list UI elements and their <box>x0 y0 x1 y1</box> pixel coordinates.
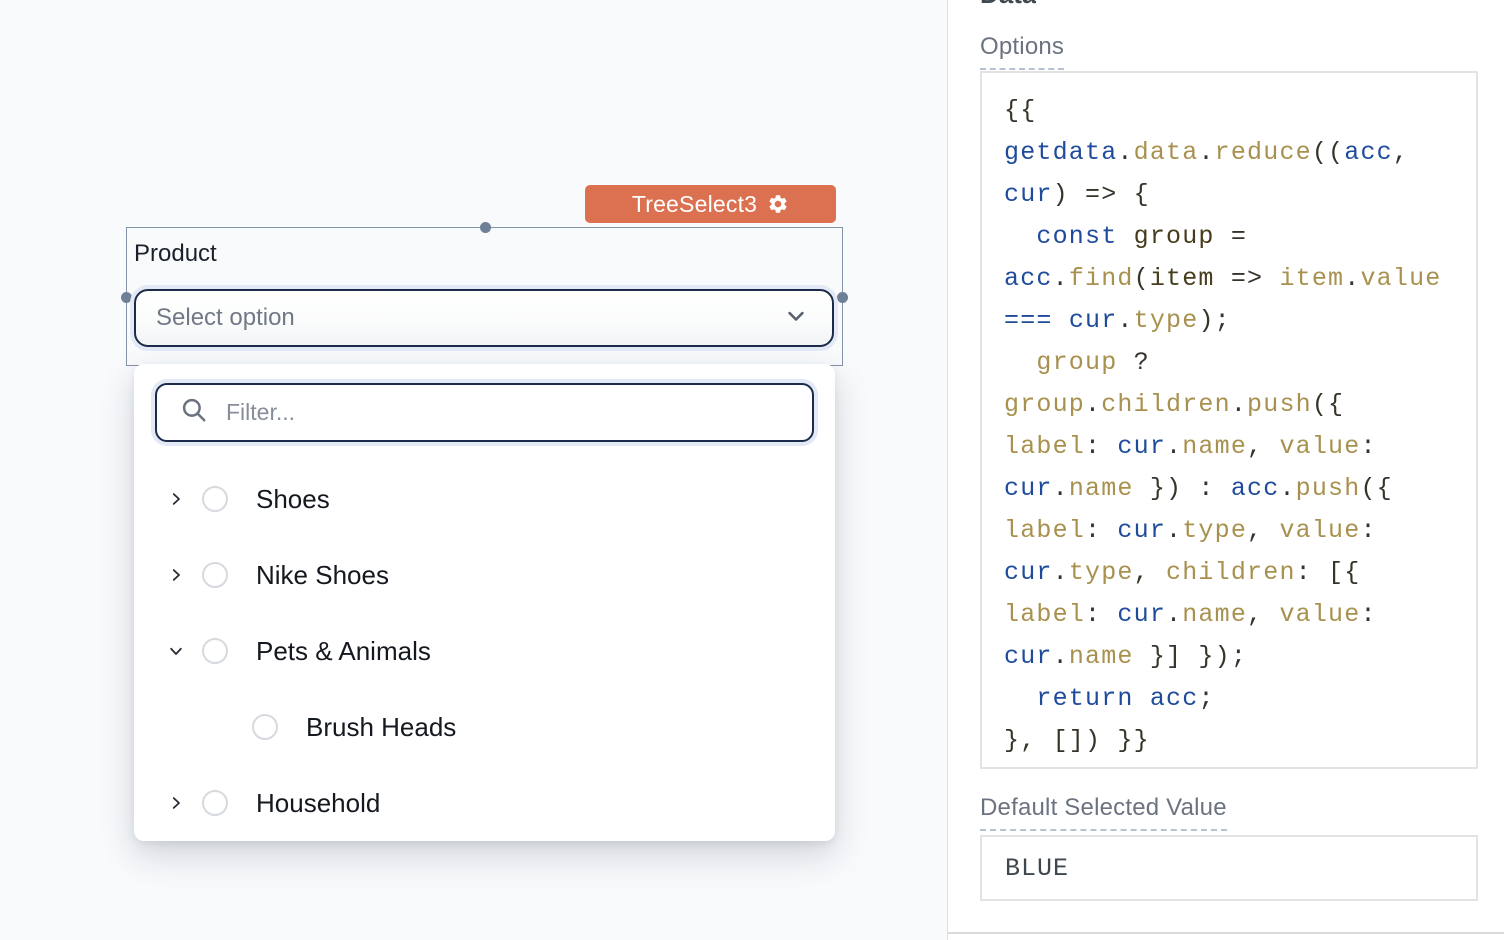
chevron-right-icon[interactable] <box>167 792 185 814</box>
tree-item-label: Brush Heads <box>306 712 456 743</box>
radio-button[interactable] <box>202 562 228 588</box>
tree-item-list: Shoes Nike Shoes Pets & Animals Brush Heads… <box>134 461 835 841</box>
filter-input[interactable] <box>224 398 794 427</box>
tree-select-dropdown: Shoes Nike Shoes Pets & Animals Brush Heads… <box>134 364 835 841</box>
default-selected-value-field[interactable]: BLUE <box>980 835 1478 901</box>
chevron-right-icon[interactable] <box>167 564 185 586</box>
code-line: label: cur.name, value: <box>1004 594 1476 636</box>
code-line: === cur.type); <box>1004 300 1476 342</box>
default-selected-value-text: BLUE <box>1005 854 1069 883</box>
tree-item-label: Shoes <box>256 484 330 515</box>
code-line: label: cur.name, value: <box>1004 426 1476 468</box>
options-label: Options <box>980 33 1064 70</box>
tree-item-label: Household <box>256 788 380 819</box>
code-line: cur.name }] }); <box>1004 636 1476 678</box>
code-line: {{ <box>1004 90 1476 132</box>
code-line: label: cur.type, value: <box>1004 510 1476 552</box>
tree-item-label: Pets & Animals <box>256 636 431 667</box>
filter-field[interactable] <box>155 383 814 442</box>
default-selected-value-label: Default Selected Value <box>980 794 1227 831</box>
chevron-down-icon[interactable] <box>167 640 185 662</box>
code-line: group.children.push({ <box>1004 384 1476 426</box>
chevron-down-icon <box>782 302 810 335</box>
tree-item-label: Nike Shoes <box>256 560 389 591</box>
code-line: const group = <box>1004 216 1476 258</box>
resize-handle-top[interactable] <box>480 222 491 233</box>
code-line: cur) => { <box>1004 174 1476 216</box>
code-line: cur.name }) : acc.push({ <box>1004 468 1476 510</box>
tree-select-field-label: Product <box>134 240 217 268</box>
tree-item[interactable]: Pets & Animals <box>134 613 835 689</box>
tree-select-trigger[interactable]: Select option <box>134 289 834 347</box>
property-inspector: Data Options {{getdata.data.reduce((acc,… <box>948 0 1504 940</box>
resize-handle-left[interactable] <box>121 292 132 303</box>
section-divider <box>948 932 1504 934</box>
section-heading-data: Data <box>980 0 1036 9</box>
design-canvas[interactable]: TreeSelect3 Product Select option <box>0 0 947 940</box>
code-line: getdata.data.reduce((acc, <box>1004 132 1476 174</box>
radio-button[interactable] <box>202 486 228 512</box>
code-line: }, []) }} <box>1004 720 1476 762</box>
code-line: group ? <box>1004 342 1476 384</box>
chevron-right-icon[interactable] <box>167 488 185 510</box>
tree-item[interactable]: Household <box>134 765 835 841</box>
app-builder: TreeSelect3 Product Select option <box>0 0 1504 940</box>
resize-handle-right[interactable] <box>837 292 848 303</box>
tree-item[interactable]: Nike Shoes <box>134 537 835 613</box>
code-line: acc.find(item => item.value <box>1004 258 1476 300</box>
tree-item[interactable]: Shoes <box>134 461 835 537</box>
select-placeholder: Select option <box>156 304 295 332</box>
options-code-editor[interactable]: {{getdata.data.reduce((acc,cur) => { con… <box>980 71 1478 769</box>
code-line: return acc; <box>1004 678 1476 720</box>
gear-icon[interactable] <box>767 193 789 215</box>
radio-button[interactable] <box>252 714 278 740</box>
radio-button[interactable] <box>202 638 228 664</box>
search-icon <box>179 395 209 430</box>
code-line: cur.type, children: [{ <box>1004 552 1476 594</box>
tree-item[interactable]: Brush Heads <box>134 689 835 765</box>
widget-name-badge[interactable]: TreeSelect3 <box>585 185 836 223</box>
radio-button[interactable] <box>202 790 228 816</box>
widget-name-label: TreeSelect3 <box>632 191 757 218</box>
